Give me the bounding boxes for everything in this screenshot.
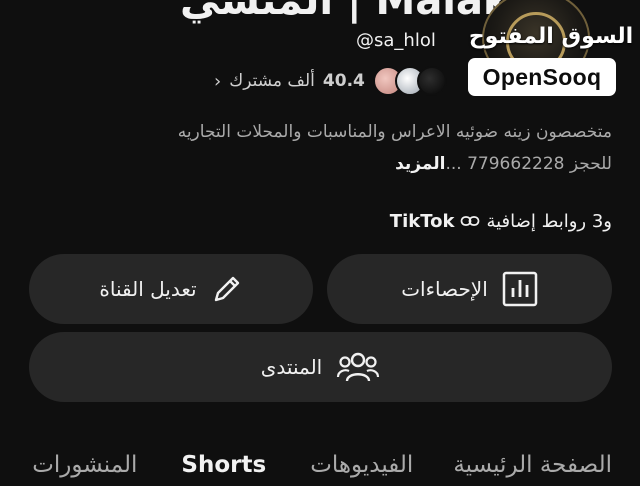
pencil-icon [211, 273, 243, 305]
chevron-right-icon: › [214, 70, 222, 92]
channel-description[interactable]: متخصصون زينه ضوئيه الاعراس والمناسبات وا… [40, 116, 612, 180]
edit-channel-label: تعديل القناة [99, 277, 197, 301]
people-icon [336, 349, 380, 385]
analytics-button[interactable]: الإحصاءات [327, 254, 612, 324]
subscriber-avatar [416, 66, 447, 96]
subscribers-label: ألف مشترك [229, 71, 315, 91]
subscribers-row[interactable]: › ألف مشترك 40.4 [214, 66, 447, 96]
description-line-1: متخصصون زينه ضوئيه الاعراس والمناسبات وا… [177, 122, 612, 142]
links-row[interactable]: TikTok و3 روابط إضافية [355, 206, 612, 236]
tab-posts[interactable]: المنشورات [32, 446, 137, 478]
tab-videos[interactable]: الفيديوهات [310, 446, 413, 478]
analytics-label: الإحصاءات [401, 277, 488, 301]
tab-shorts[interactable]: Shorts [181, 446, 266, 478]
tiktok-link[interactable]: TikTok [390, 211, 455, 232]
subscriber-avatars [372, 66, 447, 96]
community-button[interactable]: المنتدى [29, 332, 612, 402]
description-line-2: للحجز 779662228 ...المزيد [40, 148, 612, 180]
subscribers-count: 40.4 [322, 71, 365, 91]
link-icon [460, 214, 480, 228]
watermark-arabic: السوق المفتوح [468, 24, 634, 49]
tab-home[interactable]: الصفحة الرئيسية [453, 446, 612, 478]
watermark-logo: OpenSooq [468, 58, 616, 96]
bar-chart-icon [502, 271, 538, 307]
channel-handle: @sa_hlol [356, 30, 436, 51]
community-label: المنتدى [260, 355, 323, 379]
description-text: للحجز 779662228 ... [445, 154, 612, 174]
more-link[interactable]: المزيد [395, 154, 445, 174]
watermark-latin: OpenSooq [482, 63, 602, 90]
edit-channel-button[interactable]: تعديل القناة [29, 254, 313, 324]
channel-tabs: الصفحة الرئيسية الفيديوهات Shorts المنشو… [0, 446, 640, 486]
channel-name: المنسي | Malaki [180, 0, 524, 24]
extra-links[interactable]: و3 روابط إضافية [486, 211, 612, 232]
